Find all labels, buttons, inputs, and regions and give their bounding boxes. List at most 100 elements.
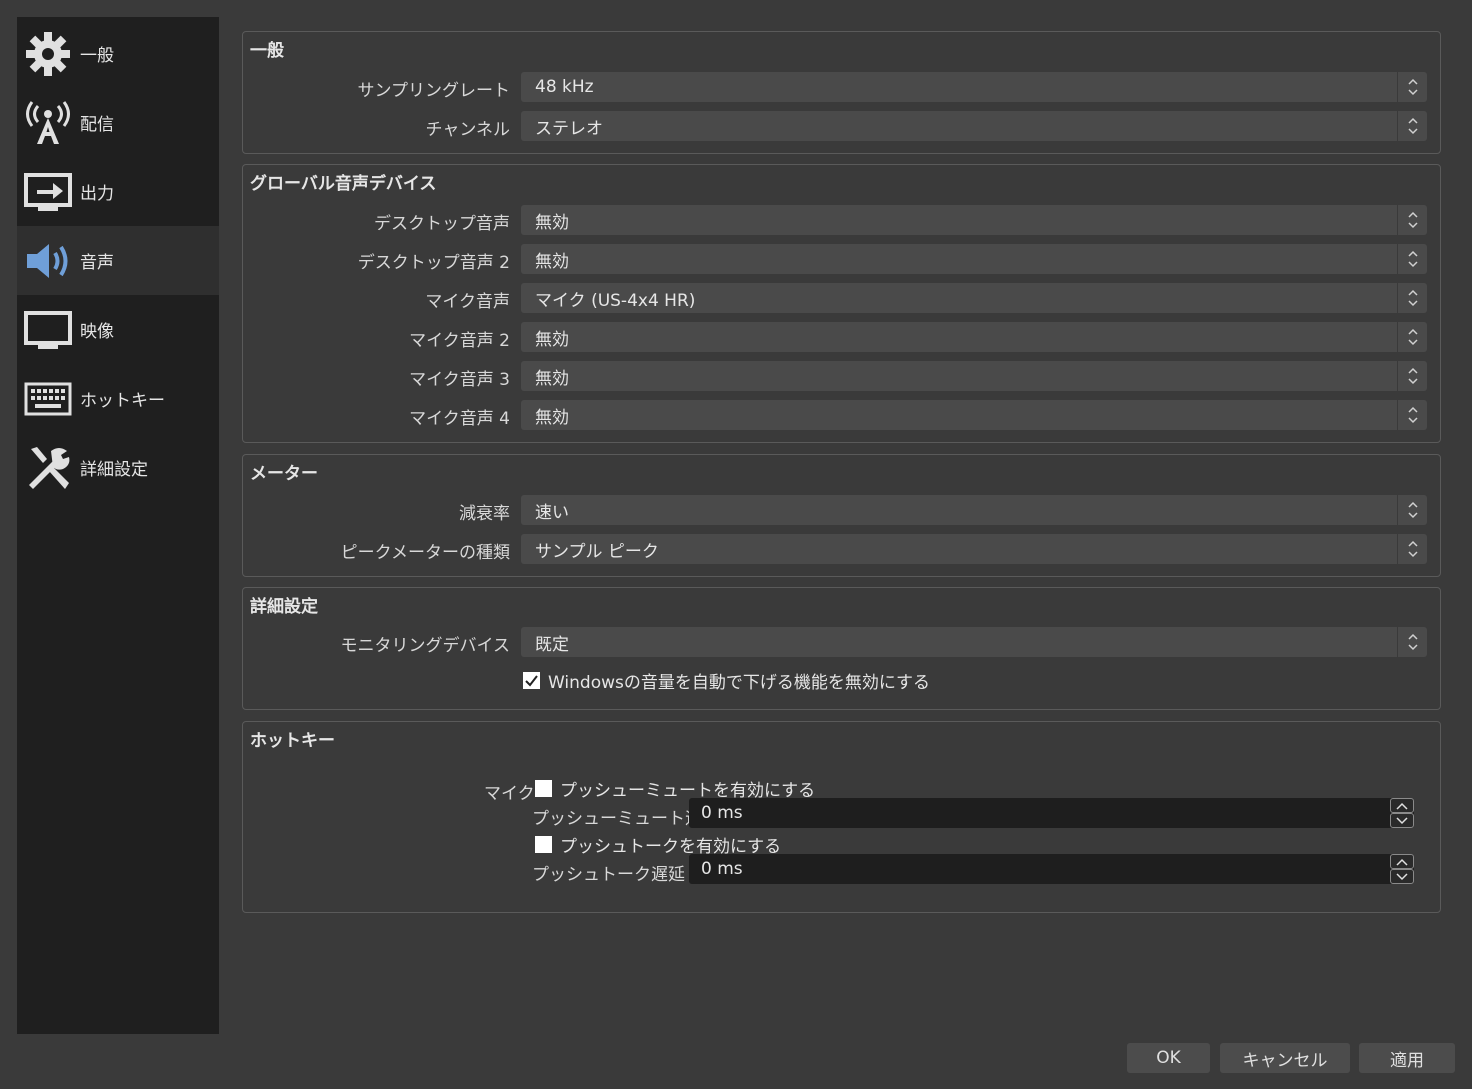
- updown-chevron-icon: [1397, 72, 1427, 102]
- sidebar-item-label: 出力: [80, 184, 114, 204]
- device-label: マイク音声: [425, 292, 510, 312]
- device-value: 無効: [535, 407, 569, 428]
- meters-group: メーター 減衰率 速い ピークメーターの種類 サンプル ピーク: [242, 454, 1441, 577]
- spin-up-button[interactable]: [1390, 798, 1414, 813]
- sample-rate-select[interactable]: 48 kHz: [521, 72, 1427, 102]
- updown-chevron-icon: [1397, 361, 1427, 391]
- device-value: 無効: [535, 368, 569, 389]
- push-talk-delay-label: プッシュトーク遅延: [532, 865, 685, 885]
- updown-chevron-icon: [1397, 205, 1427, 235]
- sidebar-item-general[interactable]: 一般: [17, 19, 219, 88]
- monitoring-value: 既定: [535, 634, 569, 655]
- desktop-audio-2-select[interactable]: 無効: [521, 244, 1427, 274]
- broadcast-icon: [23, 98, 73, 148]
- sidebar-item-label: 配信: [80, 115, 114, 135]
- mic-audio-3-row: マイク音声 3 無効: [243, 361, 1440, 391]
- updown-chevron-icon: [1397, 400, 1427, 430]
- general-group: 一般 サンプリングレート 48 kHz チャンネル ステレオ: [242, 31, 1441, 154]
- chevron-up-icon: [1396, 858, 1408, 866]
- sidebar-item-video[interactable]: 映像: [17, 295, 219, 364]
- desktop-audio-row: デスクトップ音声 無効: [243, 205, 1440, 235]
- decay-select[interactable]: 速い: [521, 495, 1427, 525]
- group-title: グローバル音声デバイス: [250, 174, 437, 194]
- device-value: 無効: [535, 329, 569, 350]
- group-title: 一般: [250, 41, 284, 61]
- sample-rate-row: サンプリングレート 48 kHz: [243, 72, 1440, 102]
- sidebar-item-label: 音声: [80, 253, 114, 273]
- device-label: マイク音声 3: [409, 370, 510, 390]
- sidebar-item-output[interactable]: 出力: [17, 157, 219, 226]
- peak-meter-label: ピークメーターの種類: [340, 543, 510, 563]
- device-label: マイク音声 2: [409, 331, 510, 351]
- chevron-down-icon: [1396, 872, 1408, 880]
- spin-down-button[interactable]: [1390, 869, 1414, 884]
- cancel-button[interactable]: キャンセル: [1220, 1043, 1350, 1073]
- chevron-down-icon: [1396, 816, 1408, 824]
- output-icon: [23, 167, 73, 217]
- device-label: デスクトップ音声: [374, 214, 510, 234]
- mic-audio-row: マイク音声 マイク (US-4x4 HR): [243, 283, 1440, 313]
- push-mute-checkbox[interactable]: [535, 780, 552, 797]
- channel-value: ステレオ: [535, 118, 603, 139]
- sidebar-item-audio[interactable]: 音声: [17, 226, 219, 295]
- push-mute-delay-value: 0 ms: [701, 803, 743, 823]
- mic-audio-4-row: マイク音声 4 無効: [243, 400, 1440, 430]
- sidebar-item-hotkeys[interactable]: ホットキー: [17, 364, 219, 433]
- chevron-up-icon: [1396, 802, 1408, 810]
- apply-button[interactable]: 適用: [1359, 1043, 1455, 1073]
- updown-chevron-icon: [1397, 111, 1427, 141]
- peak-meter-select[interactable]: サンプル ピーク: [521, 534, 1427, 564]
- settings-sidebar: 一般 配信 出力 音声 映像 ホットキー 詳細設定: [17, 17, 219, 1034]
- check-icon: [525, 675, 538, 687]
- gear-icon: [23, 29, 73, 79]
- hotkey-source-label: マイク: [484, 784, 535, 804]
- ducking-checkbox-row[interactable]: Windowsの音量を自動で下げる機能を無効にする: [523, 668, 930, 693]
- device-value: マイク (US-4x4 HR): [535, 290, 696, 311]
- group-title: ホットキー: [250, 731, 335, 751]
- monitoring-row: モニタリングデバイス 既定: [243, 627, 1440, 657]
- updown-chevron-icon: [1397, 244, 1427, 274]
- mic-audio-select[interactable]: マイク (US-4x4 HR): [521, 283, 1427, 313]
- sidebar-item-stream[interactable]: 配信: [17, 88, 219, 157]
- advanced-group: 詳細設定 モニタリングデバイス 既定 Windowsの音量を自動で下げる機能を無…: [242, 587, 1441, 710]
- monitoring-label: モニタリングデバイス: [340, 636, 511, 656]
- decay-row: 減衰率 速い: [243, 495, 1440, 525]
- monitoring-device-select[interactable]: 既定: [521, 627, 1427, 657]
- tools-icon: [23, 443, 73, 493]
- mic-audio-2-select[interactable]: 無効: [521, 322, 1427, 352]
- updown-chevron-icon: [1397, 534, 1427, 564]
- mic-audio-3-select[interactable]: 無効: [521, 361, 1427, 391]
- keyboard-icon: [23, 374, 73, 424]
- channel-label: チャンネル: [425, 120, 511, 140]
- sidebar-item-label: 映像: [80, 322, 114, 342]
- sidebar-item-label: 一般: [80, 46, 114, 66]
- device-value: 無効: [535, 212, 569, 233]
- push-talk-delay-spinbox[interactable]: 0 ms: [689, 854, 1414, 884]
- ok-button[interactable]: OK: [1127, 1043, 1210, 1073]
- sidebar-item-label: ホットキー: [80, 391, 165, 411]
- ducking-checkbox[interactable]: [523, 672, 540, 689]
- speaker-icon: [23, 236, 73, 286]
- device-label: マイク音声 4: [409, 409, 510, 429]
- push-talk-delay-value: 0 ms: [701, 859, 743, 879]
- push-talk-checkbox[interactable]: [535, 836, 552, 853]
- push-mute-delay-spinbox[interactable]: 0 ms: [689, 798, 1414, 828]
- sidebar-item-advanced[interactable]: 詳細設定: [17, 433, 219, 502]
- device-value: 無効: [535, 251, 569, 272]
- sample-rate-label: サンプリングレート: [357, 81, 511, 101]
- mic-audio-4-select[interactable]: 無効: [521, 400, 1427, 430]
- global-audio-devices-group: グローバル音声デバイス デスクトップ音声 無効 デスクトップ音声 2 無効 マイ…: [242, 164, 1441, 443]
- hotkeys-group: ホットキー マイク プッシューミュートを有効にする プッシューミュート遅延 0 …: [242, 721, 1441, 913]
- spin-up-button[interactable]: [1390, 854, 1414, 869]
- channel-select[interactable]: ステレオ: [521, 111, 1427, 141]
- sample-rate-value: 48 kHz: [535, 77, 594, 97]
- decay-label: 減衰率: [459, 504, 510, 524]
- mic-audio-2-row: マイク音声 2 無効: [243, 322, 1440, 352]
- spin-down-button[interactable]: [1390, 813, 1414, 828]
- device-label: デスクトップ音声 2: [357, 253, 510, 273]
- updown-chevron-icon: [1397, 322, 1427, 352]
- peak-meter-value: サンプル ピーク: [535, 541, 659, 562]
- peak-meter-row: ピークメーターの種類 サンプル ピーク: [243, 534, 1440, 564]
- decay-value: 速い: [535, 502, 569, 523]
- desktop-audio-select[interactable]: 無効: [521, 205, 1427, 235]
